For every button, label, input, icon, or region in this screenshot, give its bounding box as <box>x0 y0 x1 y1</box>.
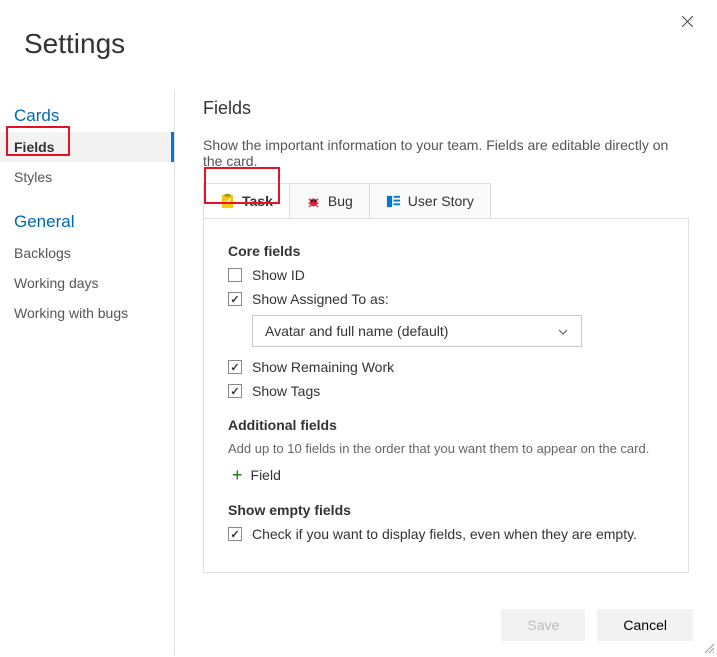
add-field-button[interactable]: + Field <box>232 466 664 484</box>
row-show-id: Show ID <box>228 267 664 283</box>
sidebar-section-general: General <box>0 206 174 238</box>
user-story-icon <box>386 194 401 209</box>
empty-fields-header: Show empty fields <box>228 502 664 518</box>
bug-icon <box>306 194 321 209</box>
checkbox-show-tags[interactable] <box>228 384 242 398</box>
main-panel: Fields Show the important information to… <box>175 90 717 655</box>
cancel-button[interactable]: Cancel <box>597 609 693 641</box>
chevron-down-icon <box>557 325 569 337</box>
label-show-tags: Show Tags <box>252 383 320 399</box>
plus-icon: + <box>232 466 243 484</box>
checkbox-show-id[interactable] <box>228 268 242 282</box>
sidebar-item-fields[interactable]: Fields <box>0 132 174 162</box>
sidebar-item-styles[interactable]: Styles <box>0 162 174 192</box>
assigned-to-select[interactable]: Avatar and full name (default) <box>252 315 582 347</box>
tab-bug-label: Bug <box>328 193 353 209</box>
tab-user-story-label: User Story <box>408 193 474 209</box>
core-fields-header: Core fields <box>228 243 664 259</box>
assigned-to-value: Avatar and full name (default) <box>265 323 448 339</box>
sidebar-item-working-days[interactable]: Working days <box>0 268 174 298</box>
row-show-assigned: Show Assigned To as: <box>228 291 664 307</box>
main-description: Show the important information to your t… <box>203 137 689 169</box>
label-show-id: Show ID <box>252 267 305 283</box>
tab-task-label: Task <box>242 193 273 209</box>
row-show-tags: Show Tags <box>228 383 664 399</box>
tabs: Task Bug User Story <box>203 183 491 218</box>
sidebar-item-label: Fields <box>14 139 54 155</box>
checkbox-show-remaining[interactable] <box>228 360 242 374</box>
add-field-label: Field <box>251 467 281 483</box>
tab-task[interactable]: Task <box>204 184 290 218</box>
sidebar-section-cards: Cards <box>0 100 174 132</box>
save-button[interactable]: Save <box>501 609 585 641</box>
row-show-remaining: Show Remaining Work <box>228 359 664 375</box>
main-title: Fields <box>203 98 689 119</box>
sidebar-item-backlogs[interactable]: Backlogs <box>0 238 174 268</box>
close-icon[interactable] <box>680 14 695 29</box>
checkbox-show-assigned[interactable] <box>228 292 242 306</box>
label-show-remaining: Show Remaining Work <box>252 359 394 375</box>
label-empty-fields: Check if you want to display fields, eve… <box>252 526 637 542</box>
additional-fields-header: Additional fields <box>228 417 664 433</box>
sidebar: Cards Fields Styles General Backlogs Wor… <box>0 90 175 655</box>
footer: Save Cancel <box>501 609 693 641</box>
row-empty-fields: Check if you want to display fields, eve… <box>228 526 664 542</box>
panel: Core fields Show ID Show Assigned To as:… <box>203 218 689 573</box>
tab-user-story[interactable]: User Story <box>370 184 490 218</box>
sidebar-item-working-bugs[interactable]: Working with bugs <box>0 298 174 328</box>
checkbox-empty-fields[interactable] <box>228 527 242 541</box>
task-icon <box>220 194 235 209</box>
page-title: Settings <box>24 28 125 60</box>
additional-fields-sub: Add up to 10 fields in the order that yo… <box>228 441 664 456</box>
tab-bug[interactable]: Bug <box>290 184 370 218</box>
label-show-assigned: Show Assigned To as: <box>252 291 389 307</box>
content: Cards Fields Styles General Backlogs Wor… <box>0 90 717 655</box>
resize-handle-icon[interactable] <box>703 641 715 653</box>
